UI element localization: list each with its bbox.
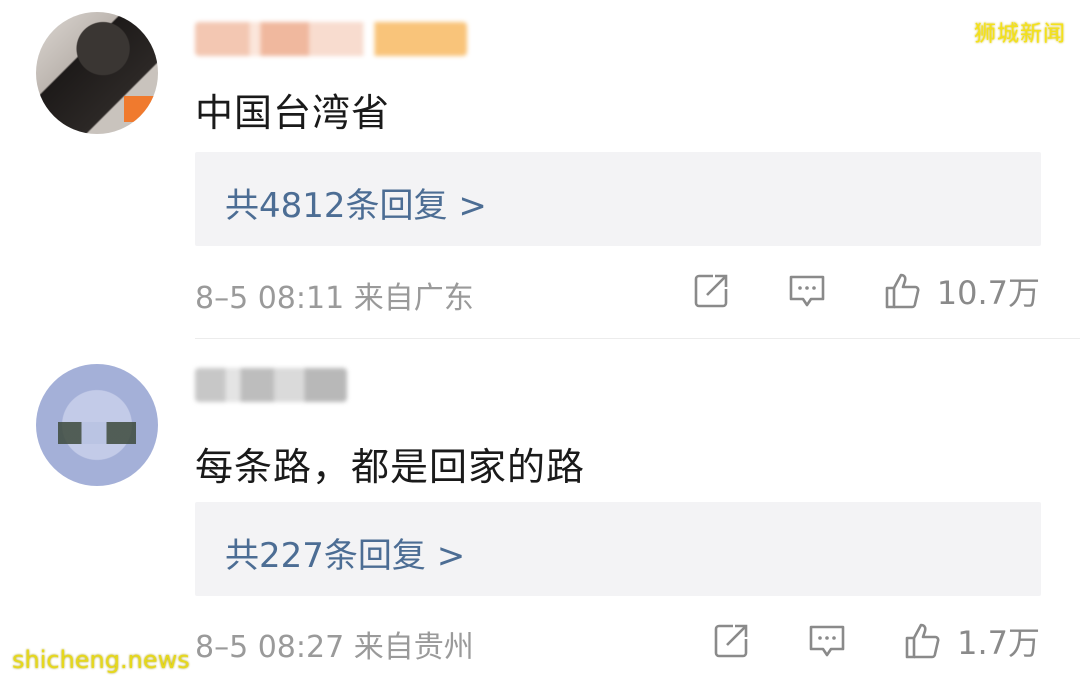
like-count: 10.7万 xyxy=(936,274,1040,312)
replies-box[interactable]: 共4812条回复 > xyxy=(195,152,1041,246)
watermark-bottom: shicheng.news xyxy=(12,646,190,674)
like-icon[interactable] xyxy=(883,271,923,311)
comment-actions: 10.7万 xyxy=(691,268,1040,314)
avatar[interactable] xyxy=(36,364,158,486)
share-icon[interactable] xyxy=(691,271,731,311)
avatar[interactable] xyxy=(36,12,158,134)
replies-box[interactable]: 共227条回复 > xyxy=(195,502,1041,596)
comment-divider xyxy=(195,338,1080,339)
username-blurred[interactable] xyxy=(195,22,467,56)
username-blurred[interactable] xyxy=(195,368,347,402)
comment-item: 中国台湾省 共4812条回复 > 8–5 08:11 来自广东 10.7万 xyxy=(0,0,1080,338)
like-count: 1.7万 xyxy=(957,624,1040,662)
comment-meta: 8–5 08:11 来自广东 xyxy=(195,281,474,316)
comment-actions: 1.7万 xyxy=(711,618,1040,664)
replies-link[interactable]: 共4812条回复 > xyxy=(225,178,487,227)
comment-text: 每条路，都是回家的路 xyxy=(195,445,586,489)
comment-icon[interactable] xyxy=(787,271,827,311)
like-icon[interactable] xyxy=(903,621,943,661)
comment-text: 中国台湾省 xyxy=(195,91,391,135)
replies-link[interactable]: 共227条回复 > xyxy=(225,528,465,577)
comment-meta: 8–5 08:27 来自贵州 xyxy=(195,630,474,665)
share-icon[interactable] xyxy=(711,621,751,661)
comment-icon[interactable] xyxy=(807,621,847,661)
comment-item: 每条路，都是回家的路 共227条回复 > 8–5 08:27 来自贵州 1.7万 xyxy=(0,342,1080,684)
